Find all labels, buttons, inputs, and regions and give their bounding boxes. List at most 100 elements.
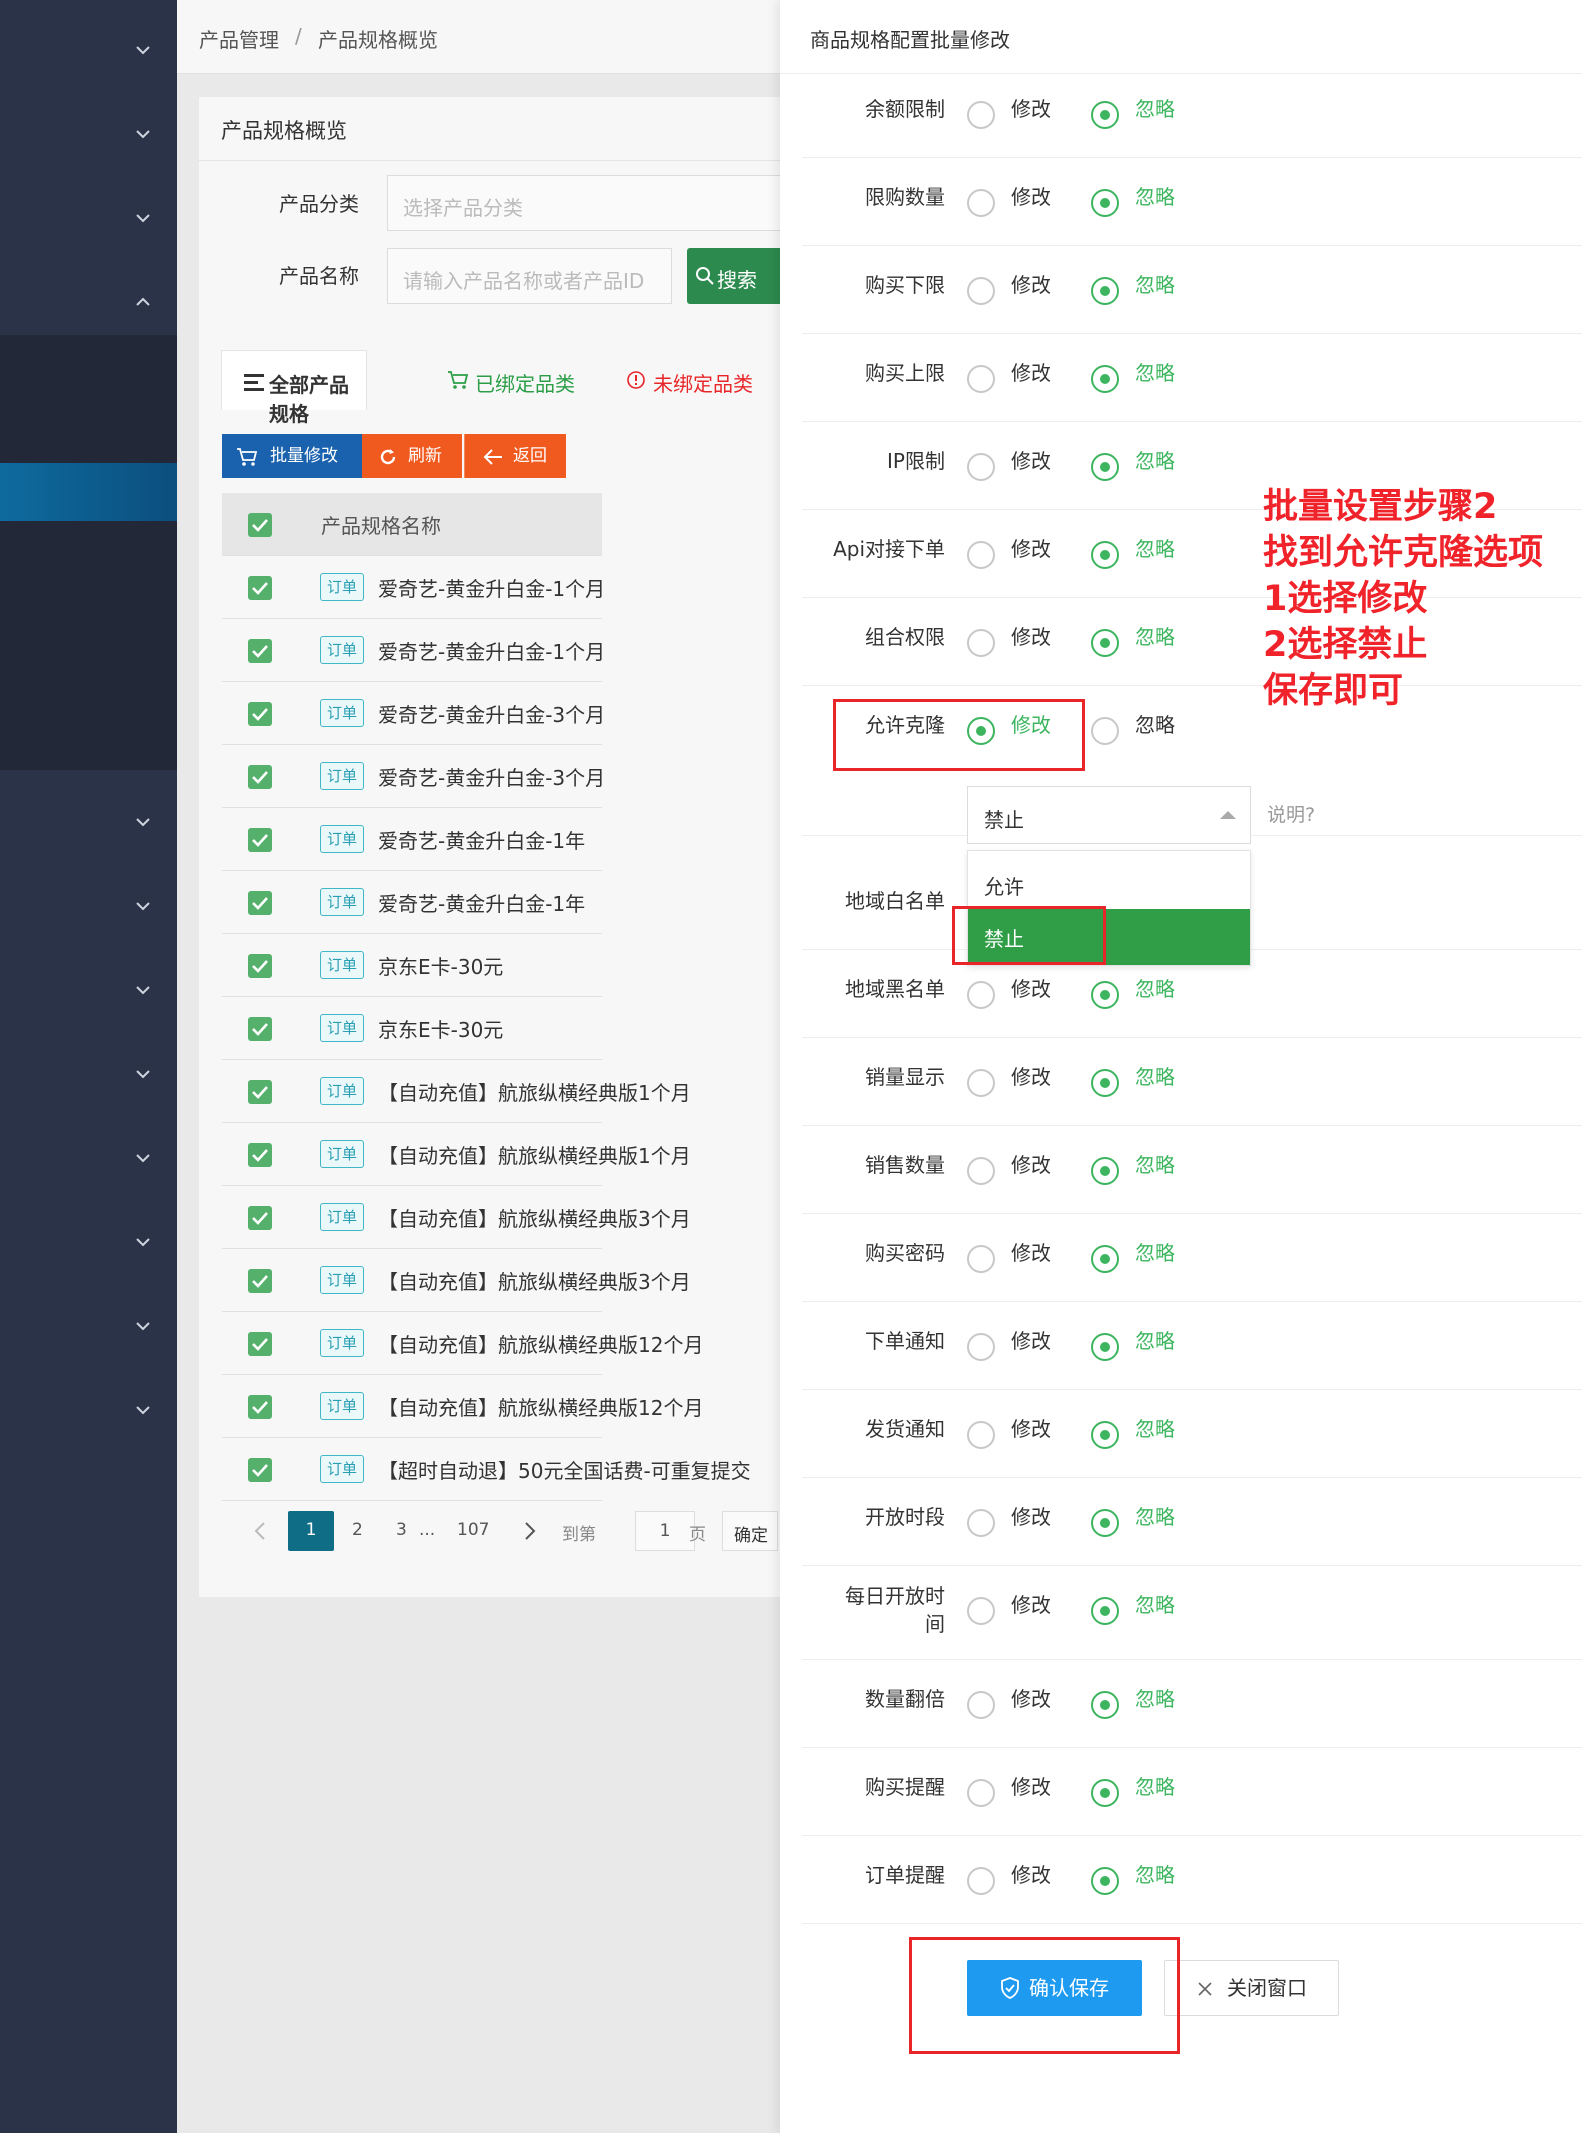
ignore-radio[interactable] xyxy=(1091,629,1119,657)
modify-radio[interactable] xyxy=(967,1509,995,1537)
ignore-radio[interactable] xyxy=(1091,981,1119,1009)
ignore-radio[interactable] xyxy=(1091,541,1119,569)
ignore-radio[interactable] xyxy=(1091,1245,1119,1273)
row-checkbox[interactable] xyxy=(248,1395,272,1419)
chevron-down-icon[interactable] xyxy=(133,1232,153,1252)
chevron-down-icon[interactable] xyxy=(133,896,153,916)
explain-link[interactable]: 说明? xyxy=(1267,800,1315,827)
row-checkbox[interactable] xyxy=(248,1143,272,1167)
table-row[interactable]: 订单 爱奇艺-黄金升白金-1个月 xyxy=(222,556,605,619)
modify-radio[interactable] xyxy=(967,1421,995,1449)
ignore-radio[interactable] xyxy=(1091,717,1119,745)
chevron-down-icon[interactable] xyxy=(133,124,153,144)
table-row[interactable]: 订单 【自动充值】航旅纵横经典版3个月 xyxy=(222,1249,691,1312)
chevron-down-icon[interactable] xyxy=(133,1064,153,1084)
modify-radio[interactable] xyxy=(967,1691,995,1719)
row-checkbox[interactable] xyxy=(248,1458,272,1482)
close-window-button[interactable]: 关闭窗口 xyxy=(1164,1960,1339,2016)
row-checkbox[interactable] xyxy=(248,702,272,726)
row-checkbox[interactable] xyxy=(248,828,272,852)
dropdown-option-allow[interactable]: 允许 xyxy=(968,851,1250,909)
select-all-checkbox[interactable] xyxy=(248,513,272,537)
row-checkbox[interactable] xyxy=(248,954,272,978)
page-3-button[interactable]: 3 xyxy=(396,1520,407,1540)
tab-all-specs[interactable]: 全部产品规格 xyxy=(221,350,367,426)
search-button[interactable]: 搜索 xyxy=(687,248,787,304)
chevron-left-icon[interactable] xyxy=(254,1521,266,1541)
modify-radio[interactable] xyxy=(967,1245,995,1273)
modify-radio[interactable] xyxy=(967,1069,995,1097)
table-row[interactable]: 订单 京东E卡-30元 xyxy=(222,997,602,1060)
tab-bound-categories[interactable]: 已绑定品类 xyxy=(447,350,597,410)
ignore-radio[interactable] xyxy=(1091,1779,1119,1807)
goto-page-input[interactable]: 1 xyxy=(635,1511,695,1551)
modify-radio[interactable] xyxy=(967,101,995,129)
category-select[interactable]: 选择产品分类 xyxy=(387,175,787,231)
modify-radio[interactable] xyxy=(967,629,995,657)
chevron-up-icon[interactable] xyxy=(133,292,153,312)
row-checkbox[interactable] xyxy=(248,576,272,600)
name-search-input[interactable]: 请输入产品名称或者产品ID xyxy=(387,248,672,304)
ignore-radio[interactable] xyxy=(1091,1509,1119,1537)
table-row[interactable]: 订单 爱奇艺-黄金升白金-1个月 xyxy=(222,619,605,682)
table-row[interactable]: 订单 爱奇艺-黄金升白金-1年 xyxy=(222,871,602,934)
ignore-radio[interactable] xyxy=(1091,1691,1119,1719)
row-checkbox[interactable] xyxy=(248,1017,272,1041)
sidebar-active-item[interactable] xyxy=(0,463,177,521)
row-checkbox[interactable] xyxy=(248,639,272,663)
ignore-radio[interactable] xyxy=(1091,1333,1119,1361)
chevron-down-icon[interactable] xyxy=(133,812,153,832)
chevron-down-icon[interactable] xyxy=(133,208,153,228)
modify-radio[interactable] xyxy=(967,541,995,569)
row-checkbox[interactable] xyxy=(248,1332,272,1356)
ignore-radio[interactable] xyxy=(1091,277,1119,305)
row-checkbox[interactable] xyxy=(248,1269,272,1293)
chevron-down-icon[interactable] xyxy=(133,1148,153,1168)
ignore-radio[interactable] xyxy=(1091,1867,1119,1895)
modify-radio[interactable] xyxy=(967,1157,995,1185)
ignore-radio[interactable] xyxy=(1091,1069,1119,1097)
chevron-down-icon[interactable] xyxy=(133,1400,153,1420)
table-row[interactable]: 订单 爱奇艺-黄金升白金-1年 xyxy=(222,808,602,871)
table-row[interactable]: 订单 【自动充值】航旅纵横经典版3个月 xyxy=(222,1186,691,1249)
chevron-right-icon[interactable] xyxy=(524,1521,536,1541)
breadcrumb-item-product-management[interactable]: 产品管理 xyxy=(199,24,279,53)
modify-radio[interactable] xyxy=(967,277,995,305)
chevron-down-icon[interactable] xyxy=(133,1316,153,1336)
page-last-button[interactable]: 107 xyxy=(457,1520,489,1540)
ignore-radio[interactable] xyxy=(1091,101,1119,129)
modify-radio[interactable] xyxy=(967,453,995,481)
table-row[interactable]: 订单 爱奇艺-黄金升白金-3个月 xyxy=(222,682,605,745)
ignore-radio[interactable] xyxy=(1091,1421,1119,1449)
goto-confirm-button[interactable]: 确定 xyxy=(722,1511,778,1551)
modify-radio[interactable] xyxy=(967,365,995,393)
row-checkbox[interactable] xyxy=(248,765,272,789)
ignore-radio[interactable] xyxy=(1091,1597,1119,1625)
table-row[interactable]: 订单 【自动充值】航旅纵横经典版12个月 xyxy=(222,1375,703,1438)
table-row[interactable]: 订单 【自动充值】航旅纵横经典版12个月 xyxy=(222,1312,703,1375)
refresh-button[interactable]: 刷新 xyxy=(362,434,462,478)
clone-permission-select[interactable]: 禁止 xyxy=(967,786,1251,844)
page-2-button[interactable]: 2 xyxy=(352,1520,363,1540)
table-row[interactable]: 订单 京东E卡-30元 xyxy=(222,934,602,997)
modify-radio[interactable] xyxy=(967,981,995,1009)
chevron-down-icon[interactable] xyxy=(133,980,153,1000)
ignore-radio[interactable] xyxy=(1091,365,1119,393)
table-row[interactable]: 订单 爱奇艺-黄金升白金-3个月 xyxy=(222,745,605,808)
row-checkbox[interactable] xyxy=(248,891,272,915)
chevron-down-icon[interactable] xyxy=(133,40,153,60)
modify-radio[interactable] xyxy=(967,189,995,217)
row-checkbox[interactable] xyxy=(248,1206,272,1230)
row-checkbox[interactable] xyxy=(248,1080,272,1104)
table-row[interactable]: 订单 【超时自动退】50元全国话费-可重复提交 xyxy=(222,1438,751,1501)
modify-radio[interactable] xyxy=(967,1597,995,1625)
tab-unbound-categories[interactable]: 未绑定品类 xyxy=(627,350,777,410)
modify-radio[interactable] xyxy=(967,1867,995,1895)
ignore-radio[interactable] xyxy=(1091,189,1119,217)
ignore-radio[interactable] xyxy=(1091,1157,1119,1185)
back-button[interactable]: 返回 xyxy=(464,434,566,478)
modify-radio[interactable] xyxy=(967,1779,995,1807)
batch-modify-button[interactable]: 批量修改 xyxy=(222,434,362,478)
table-row[interactable]: 订单 【自动充值】航旅纵横经典版1个月 xyxy=(222,1060,691,1123)
page-1-button[interactable]: 1 xyxy=(288,1511,334,1551)
